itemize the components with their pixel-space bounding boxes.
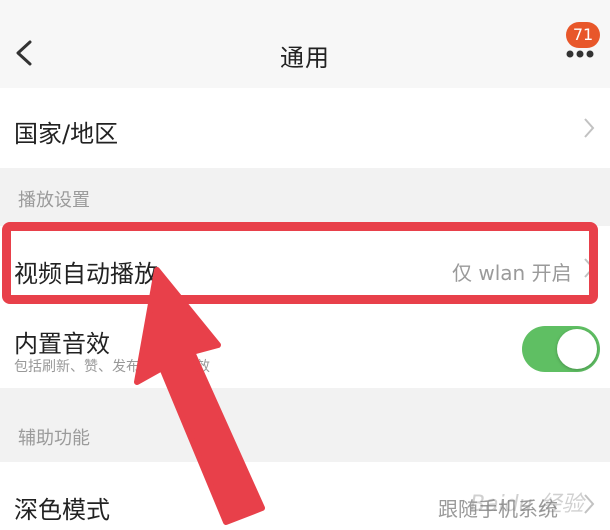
chevron-right-icon bbox=[584, 494, 595, 514]
row-sound-label: 内置音效 bbox=[14, 330, 110, 358]
row-region-label: 国家/地区 bbox=[14, 120, 119, 148]
nav-bar: 通用 71 bbox=[0, 0, 610, 88]
row-sound: 内置音效 包括刷新、赞、发布等操作音效 bbox=[0, 308, 610, 388]
toggle-knob bbox=[557, 329, 597, 369]
highlight-box bbox=[2, 222, 598, 304]
section-assist: 辅助功能 bbox=[18, 428, 90, 449]
chevron-right-icon bbox=[584, 118, 595, 138]
notification-badge: 71 bbox=[566, 22, 600, 48]
section-playback: 播放设置 bbox=[18, 190, 90, 211]
watermark: Baidu 经验 bbox=[470, 492, 584, 517]
page-title: 通用 bbox=[280, 44, 330, 72]
row-sound-sub: 包括刷新、赞、发布等操作音效 bbox=[14, 359, 210, 375]
sound-toggle[interactable] bbox=[522, 326, 600, 372]
row-dark-label: 深色模式 bbox=[14, 496, 110, 524]
row-region[interactable]: 国家/地区 bbox=[0, 88, 610, 168]
